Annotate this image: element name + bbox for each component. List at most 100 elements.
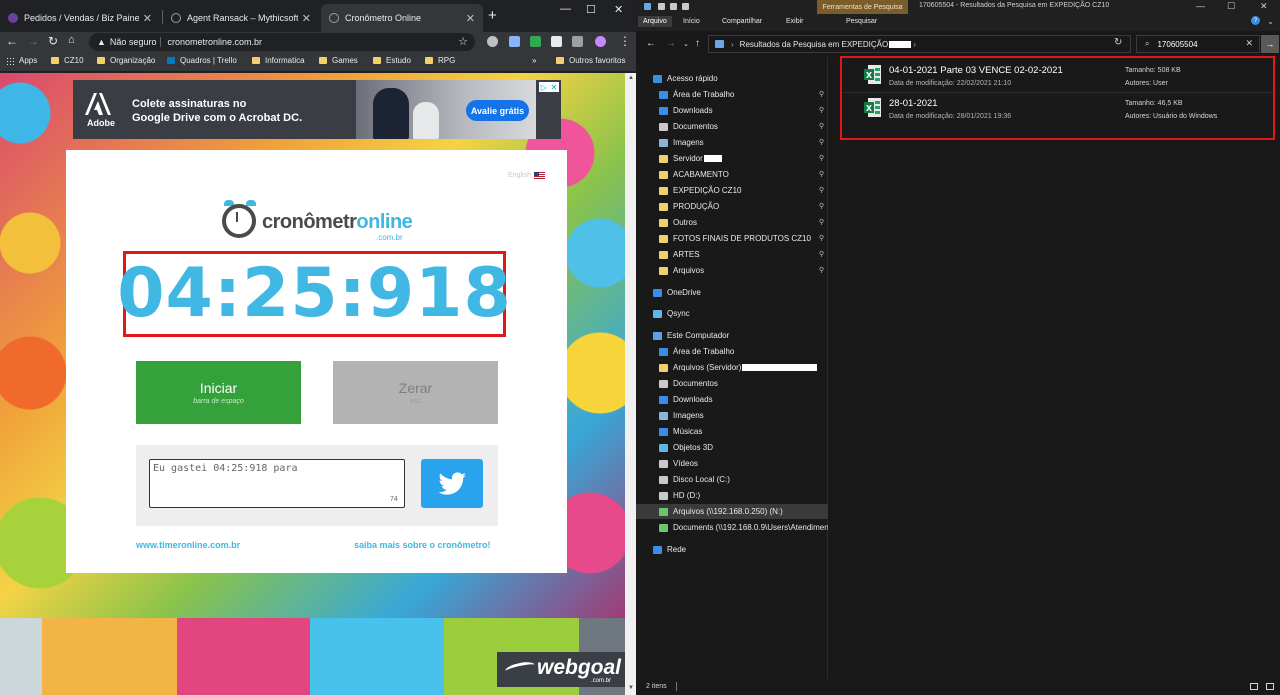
tab-pedidos[interactable]: Pedidos / Vendas / Biz Painel ✕: [0, 4, 160, 32]
home-icon[interactable]: ⌂: [68, 34, 75, 46]
pin-icon[interactable]: ⚲: [819, 218, 824, 226]
search-box[interactable]: ⌕ 170605504 ✕: [1136, 35, 1260, 53]
forward-icon[interactable]: →: [27, 34, 39, 48]
pin-icon[interactable]: ⚲: [819, 106, 824, 114]
tab-cronometro[interactable]: Cronômetro Online ✕: [321, 4, 483, 32]
new-folder-icon[interactable]: [670, 3, 677, 10]
nav-item[interactable]: ARTES ⚲: [636, 247, 828, 262]
quick-access-dropdown-icon[interactable]: [682, 3, 689, 10]
recent-locations-icon[interactable]: ⌄: [683, 40, 689, 48]
bookmark-organizacao[interactable]: Organização: [97, 56, 155, 65]
close-tab-icon[interactable]: ✕: [466, 12, 475, 25]
details-view-icon[interactable]: [1250, 683, 1258, 690]
adchoices-icon[interactable]: ▷ ✕: [539, 82, 559, 92]
context-tab-search-tools[interactable]: Ferramentas de Pesquisa: [817, 0, 908, 14]
pin-icon[interactable]: ⚲: [819, 122, 824, 130]
nav-item[interactable]: Documentos: [636, 376, 828, 391]
nav-item[interactable]: Qsync: [636, 306, 828, 321]
nav-item[interactable]: Área de Trabalho: [636, 344, 828, 359]
page-scrollbar[interactable]: ▲ ▼: [625, 73, 636, 695]
bookmark-rpg[interactable]: RPG: [425, 56, 455, 65]
nav-item[interactable]: Servidor ⚲: [636, 151, 828, 166]
pin-icon[interactable]: ⚲: [819, 234, 824, 242]
nav-item[interactable]: HD (D:): [636, 488, 828, 503]
nav-item[interactable]: Documents (\\192.168.0.9\Users\Atendimen: [636, 520, 828, 535]
pin-icon[interactable]: ⚲: [819, 202, 824, 210]
clear-search-icon[interactable]: ✕: [1245, 38, 1253, 49]
file-item[interactable]: X 04-01-2021 Parte 03 VENCE 02-02-2021 D…: [843, 60, 1273, 91]
ribbon-tab-file[interactable]: Arquivo: [638, 16, 672, 27]
new-tab-button[interactable]: +: [488, 8, 497, 23]
profile-avatar[interactable]: [595, 36, 606, 47]
menu-icon[interactable]: ⋮: [619, 34, 631, 48]
pin-icon[interactable]: ⚲: [819, 170, 824, 178]
nav-item[interactable]: Documentos ⚲: [636, 119, 828, 134]
pin-icon[interactable]: ⚲: [819, 90, 824, 98]
tab-agent-ransack[interactable]: Agent Ransack – Mythicsoft ✕: [163, 4, 319, 32]
nav-item[interactable]: Arquivos (Servidor): [636, 360, 828, 375]
search-go-button[interactable]: →: [1261, 35, 1279, 53]
bookmark-informatica[interactable]: Informatica: [252, 56, 305, 65]
close-window-icon[interactable]: ✕: [1260, 1, 1268, 12]
learn-more-link[interactable]: saiba mais sobre o cronômetro!: [354, 540, 491, 550]
webgoal-logo[interactable]: webgoal .com.br: [497, 652, 625, 687]
bookmark-games[interactable]: Games: [319, 56, 358, 65]
ribbon-tab-share[interactable]: Compartilhar: [722, 18, 762, 25]
nav-item[interactable]: Imagens ⚲: [636, 135, 828, 150]
explorer-address-bar[interactable]: › Resultados da Pesquisa em EXPEDIÇÃO ›: [708, 35, 1131, 53]
nav-item[interactable]: Imagens: [636, 408, 828, 423]
cronometro-logo[interactable]: cronômetronline .com.br: [222, 200, 422, 242]
adobe-ad-banner[interactable]: Adobe Colete assinaturas no Google Drive…: [73, 80, 561, 139]
nav-item[interactable]: Arquivos ⚲: [636, 263, 828, 278]
pin-icon[interactable]: ⚲: [819, 154, 824, 162]
ribbon-tab-search[interactable]: Pesquisar: [846, 18, 877, 25]
ribbon-tab-home[interactable]: Início: [683, 18, 700, 25]
nav-item[interactable]: Disco Local (C:): [636, 472, 828, 487]
twitter-button[interactable]: [421, 459, 483, 508]
scroll-up-icon[interactable]: ▲: [628, 75, 634, 81]
minimize-icon[interactable]: —: [1196, 1, 1205, 11]
back-icon[interactable]: ←: [6, 34, 18, 48]
nav-item[interactable]: PRODUÇÃO ⚲: [636, 199, 828, 214]
nav-item[interactable]: Músicas: [636, 424, 828, 439]
extension-pen-icon[interactable]: [509, 36, 520, 47]
properties-icon[interactable]: [658, 3, 665, 10]
nav-item[interactable]: Acesso rápido: [636, 71, 828, 86]
reload-icon[interactable]: ↻: [48, 34, 58, 48]
refresh-icon[interactable]: ↻: [1114, 37, 1122, 48]
close-tab-icon[interactable]: ✕: [143, 12, 152, 25]
nav-item[interactable]: Arquivos (\\192.168.0.250) (N:): [636, 504, 828, 519]
start-button[interactable]: Iniciar barra de espaço: [136, 361, 301, 424]
timeronline-link[interactable]: www.timeronline.com.br: [136, 540, 240, 550]
maximize-icon[interactable]: ☐: [586, 3, 596, 16]
up-icon[interactable]: ↑: [695, 38, 700, 49]
forward-icon[interactable]: →: [666, 38, 676, 49]
nav-item[interactable]: Vídeos: [636, 456, 828, 471]
nav-item[interactable]: Downloads ⚲: [636, 103, 828, 118]
close-window-icon[interactable]: ✕: [614, 3, 623, 16]
nav-item[interactable]: FOTOS FINAIS DE PRODUTOS CZ10 ⚲: [636, 231, 828, 246]
bookmark-estudo[interactable]: Estudo: [373, 56, 411, 65]
expand-ribbon-icon[interactable]: ⌄: [1267, 17, 1274, 26]
ribbon-tab-view[interactable]: Exibir: [786, 18, 804, 25]
scroll-down-icon[interactable]: ▼: [628, 685, 634, 691]
nav-item[interactable]: Outros ⚲: [636, 215, 828, 230]
bookmark-star-icon[interactable]: ☆: [458, 35, 468, 48]
pin-icon[interactable]: ⚲: [819, 250, 824, 258]
large-icons-view-icon[interactable]: [1266, 683, 1274, 690]
close-tab-icon[interactable]: ✕: [302, 12, 311, 25]
bookmark-other[interactable]: Outros favoritos: [556, 56, 625, 65]
extension-gear-icon[interactable]: [487, 36, 498, 47]
bookmark-cz10[interactable]: CZ10: [51, 56, 84, 65]
reset-button[interactable]: Zerar esc: [333, 361, 498, 424]
nav-item[interactable]: Área de Trabalho ⚲: [636, 87, 828, 102]
pin-icon[interactable]: ⚲: [819, 138, 824, 146]
address-bar[interactable]: ▲ Não seguro cronometronline.com.br ☆: [89, 33, 475, 51]
extension-flag-icon[interactable]: [530, 36, 541, 47]
nav-item[interactable]: Este Computador: [636, 328, 828, 343]
bookmark-apps[interactable]: Apps: [6, 56, 37, 65]
bookmark-trello[interactable]: Quadros | Trello: [167, 56, 237, 65]
language-link[interactable]: English: [508, 172, 545, 179]
extensions-puzzle-icon[interactable]: [572, 36, 583, 47]
pin-icon[interactable]: ⚲: [819, 266, 824, 274]
